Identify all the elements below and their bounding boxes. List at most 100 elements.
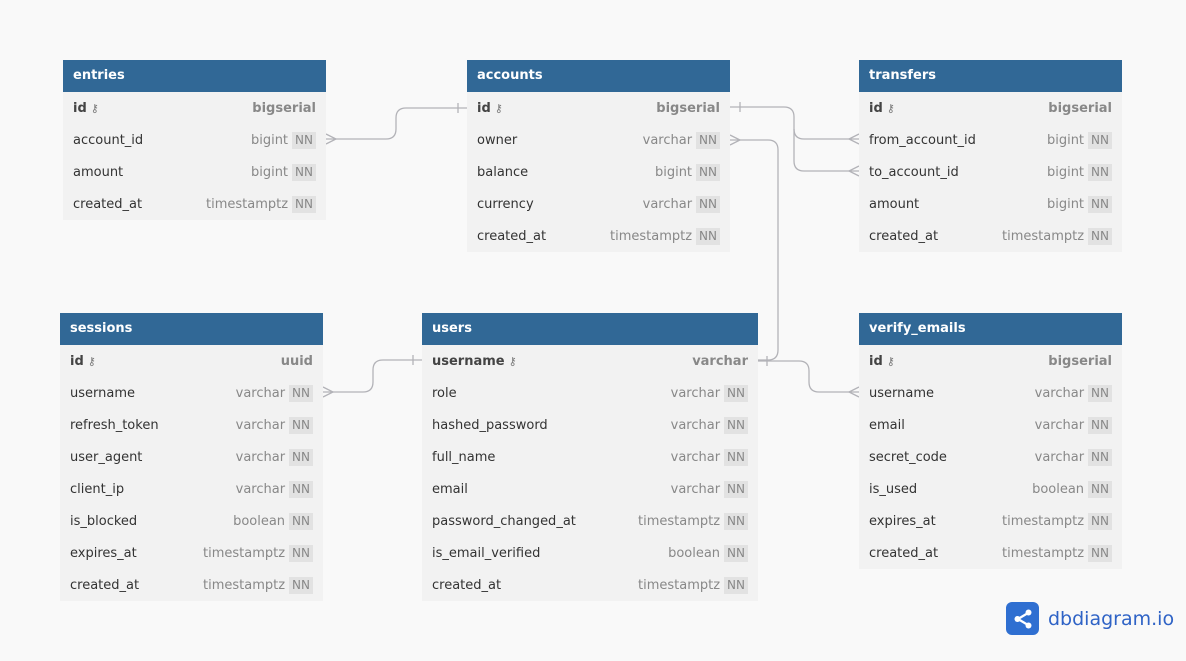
column-row[interactable]: id ⚷ bigserial: [859, 345, 1122, 377]
column-row[interactable]: created_at timestamptz NN: [60, 569, 323, 601]
column-name-text: username: [869, 385, 934, 401]
column-type: bigserial: [1048, 353, 1112, 369]
column-name-text: username: [432, 353, 505, 369]
column-row[interactable]: email varchar NN: [422, 473, 758, 505]
brand-logo[interactable]: dbdiagram.io: [1006, 602, 1174, 635]
column-row[interactable]: username varchar NN: [859, 377, 1122, 409]
column-type: varchar: [670, 449, 721, 465]
table-entries[interactable]: entries id ⚷ bigserial account_id bigint NN amo…: [63, 60, 326, 220]
column-row[interactable]: amount bigint NN: [859, 188, 1122, 220]
not-null-badge: NN: [289, 416, 313, 434]
key-icon: ⚷: [87, 354, 96, 368]
column-row[interactable]: is_email_verified boolean NN: [422, 537, 758, 569]
table-header[interactable]: verify_emails: [859, 313, 1122, 345]
column-row[interactable]: from_account_id bigint NN: [859, 124, 1122, 156]
not-null-badge: NN: [1088, 512, 1112, 530]
column-row[interactable]: expires_at timestamptz NN: [859, 505, 1122, 537]
column-name: currency: [477, 197, 643, 212]
column-name: id ⚷: [73, 101, 252, 116]
column-row[interactable]: full_name varchar NN: [422, 441, 758, 473]
not-null-badge: NN: [289, 448, 313, 466]
table-accounts[interactable]: accounts id ⚷ bigserial owner varchar NN balanc…: [467, 60, 730, 252]
column-type: bigint: [1046, 132, 1085, 148]
column-type: bigint: [1046, 196, 1085, 212]
column-name: to_account_id: [869, 165, 1047, 180]
not-null-badge: NN: [1088, 227, 1112, 245]
column-name: expires_at: [869, 514, 1002, 529]
column-name: id ⚷: [477, 101, 656, 116]
column-name: created_at: [70, 578, 203, 593]
column-row[interactable]: username ⚷ varchar: [422, 345, 758, 377]
not-null-badge: NN: [724, 480, 748, 498]
column-name-text: id: [869, 100, 883, 116]
column-name: is_email_verified: [432, 546, 668, 561]
column-name: amount: [73, 165, 251, 180]
column-type: bigint: [250, 132, 289, 148]
column-name-text: is_used: [869, 481, 918, 497]
column-type: bigserial: [1048, 100, 1112, 116]
column-type: boolean: [668, 545, 721, 561]
table-users[interactable]: users username ⚷ varchar role varchar NN hashed…: [422, 313, 758, 601]
column-row[interactable]: to_account_id bigint NN: [859, 156, 1122, 188]
column-row[interactable]: created_at timestamptz NN: [422, 569, 758, 601]
column-name-text: from_account_id: [869, 132, 976, 148]
table-sessions[interactable]: sessions id ⚷ uuid username varchar NN refresh_…: [60, 313, 323, 601]
column-row[interactable]: created_at timestamptz NN: [467, 220, 730, 252]
column-row[interactable]: hashed_password varchar NN: [422, 409, 758, 441]
column-row[interactable]: account_id bigint NN: [63, 124, 326, 156]
column-row[interactable]: id ⚷ bigserial: [859, 92, 1122, 124]
column-row[interactable]: id ⚷ bigserial: [467, 92, 730, 124]
not-null-badge: NN: [289, 480, 313, 498]
column-row[interactable]: role varchar NN: [422, 377, 758, 409]
column-row[interactable]: is_blocked boolean NN: [60, 505, 323, 537]
column-row[interactable]: created_at timestamptz NN: [859, 537, 1122, 569]
column-name-text: amount: [73, 164, 124, 180]
column-name: username ⚷: [432, 354, 692, 369]
not-null-badge: NN: [1088, 384, 1112, 402]
column-name-text: created_at: [432, 577, 502, 593]
column-row[interactable]: password_changed_at timestamptz NN: [422, 505, 758, 537]
column-type: varchar: [1034, 449, 1085, 465]
column-row[interactable]: user_agent varchar NN: [60, 441, 323, 473]
column-name: email: [869, 418, 1035, 433]
not-null-badge: NN: [289, 576, 313, 594]
column-type: timestamptz: [1002, 545, 1085, 561]
column-name: refresh_token: [70, 418, 236, 433]
not-null-badge: NN: [292, 131, 316, 149]
column-row[interactable]: username varchar NN: [60, 377, 323, 409]
column-row[interactable]: currency varchar NN: [467, 188, 730, 220]
column-type: timestamptz: [203, 545, 286, 561]
table-header[interactable]: entries: [63, 60, 326, 92]
column-name-text: created_at: [70, 577, 140, 593]
column-row[interactable]: client_ip varchar NN: [60, 473, 323, 505]
column-row[interactable]: created_at timestamptz NN: [63, 188, 326, 220]
column-name-text: full_name: [432, 449, 496, 465]
link-sessions-users: [323, 359, 422, 393]
column-row[interactable]: owner varchar NN: [467, 124, 730, 156]
table-verify-emails[interactable]: verify_emails id ⚷ bigserial username varchar…: [859, 313, 1122, 569]
not-null-badge: NN: [1088, 416, 1112, 434]
column-row[interactable]: is_used boolean NN: [859, 473, 1122, 505]
table-header[interactable]: users: [422, 313, 758, 345]
column-row[interactable]: id ⚷ bigserial: [63, 92, 326, 124]
column-name-text: amount: [869, 196, 920, 212]
column-name: client_ip: [70, 482, 236, 497]
table-header[interactable]: accounts: [467, 60, 730, 92]
column-row[interactable]: secret_code varchar NN: [859, 441, 1122, 473]
table-transfers[interactable]: transfers id ⚷ bigserial from_account_id bigi…: [859, 60, 1122, 252]
column-type: timestamptz: [638, 577, 721, 593]
table-header[interactable]: transfers: [859, 60, 1122, 92]
column-name-text: username: [70, 385, 135, 401]
column-row[interactable]: amount bigint NN: [63, 156, 326, 188]
column-row[interactable]: balance bigint NN: [467, 156, 730, 188]
table-header[interactable]: sessions: [60, 313, 323, 345]
column-row[interactable]: email varchar NN: [859, 409, 1122, 441]
column-name-text: owner: [477, 132, 518, 148]
column-name-text: created_at: [869, 545, 939, 561]
column-row[interactable]: id ⚷ uuid: [60, 345, 323, 377]
column-row[interactable]: created_at timestamptz NN: [859, 220, 1122, 252]
column-row[interactable]: refresh_token varchar NN: [60, 409, 323, 441]
column-name: id ⚷: [70, 354, 281, 369]
column-name: email: [432, 482, 671, 497]
column-row[interactable]: expires_at timestamptz NN: [60, 537, 323, 569]
